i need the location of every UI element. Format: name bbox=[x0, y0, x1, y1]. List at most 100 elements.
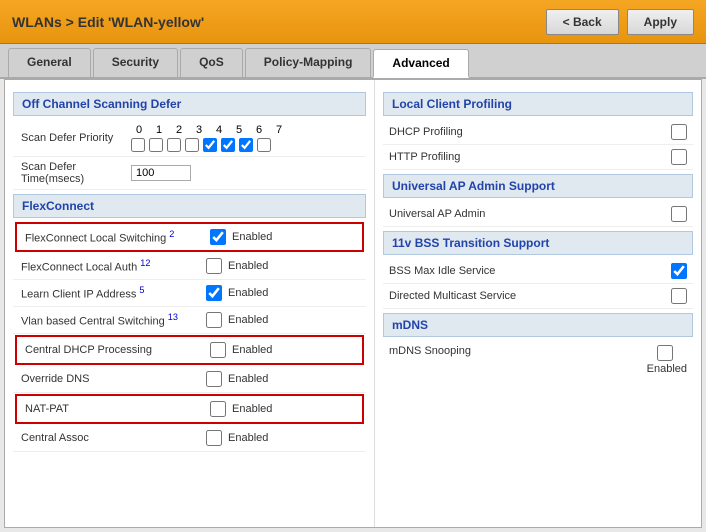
apply-button[interactable]: Apply bbox=[627, 9, 694, 35]
flex-label-nat-pat: NAT-PAT bbox=[25, 403, 210, 415]
flex-row-override-dns: Override DNS Enabled bbox=[13, 366, 366, 393]
flex-enabled-vlan-central: Enabled bbox=[228, 314, 268, 326]
dhcp-profiling-label: DHCP Profiling bbox=[389, 126, 671, 138]
priority-num-3: 3 bbox=[191, 124, 207, 136]
tab-policy-mapping[interactable]: Policy-Mapping bbox=[245, 48, 372, 77]
flex-row-local-auth: FlexConnect Local Auth 12 Enabled bbox=[13, 253, 366, 280]
flex-enabled-central-dhcp: Enabled bbox=[232, 344, 272, 356]
mdns-snooping-label: mDNS Snooping bbox=[389, 345, 643, 357]
priority-numbers: 0 1 2 3 4 5 6 7 bbox=[131, 124, 287, 136]
flex-label-central-assoc: Central Assoc bbox=[21, 432, 206, 444]
title-bar-buttons: < Back Apply bbox=[546, 9, 694, 35]
priority-check-5[interactable] bbox=[221, 138, 235, 152]
flex-row-central-assoc: Central Assoc Enabled bbox=[13, 425, 366, 452]
priority-check-6[interactable] bbox=[239, 138, 253, 152]
flex-sup-learn-client-ip: 5 bbox=[139, 285, 144, 295]
flex-check-learn-client-ip[interactable] bbox=[206, 285, 222, 301]
breadcrumb: WLANs > Edit 'WLAN-yellow' bbox=[12, 14, 204, 30]
directed-multicast-check[interactable] bbox=[671, 288, 687, 304]
right-panel: Local Client Profiling DHCP Profiling HT… bbox=[375, 80, 701, 527]
back-button[interactable]: < Back bbox=[546, 9, 619, 35]
flex-check-local-auth[interactable] bbox=[206, 258, 222, 274]
mdns-snooping-row: mDNS Snooping Enabled bbox=[383, 341, 693, 379]
universal-ap-label: Universal AP Admin bbox=[389, 208, 671, 220]
priority-check-4[interactable] bbox=[203, 138, 217, 152]
priority-num-7: 7 bbox=[271, 124, 287, 136]
bss-max-idle-row: BSS Max Idle Service bbox=[383, 259, 693, 284]
flex-enabled-local-switching: Enabled bbox=[232, 231, 272, 243]
priority-check-0[interactable] bbox=[131, 138, 145, 152]
priority-check-2[interactable] bbox=[167, 138, 181, 152]
priority-check-1[interactable] bbox=[149, 138, 163, 152]
title-bar: WLANs > Edit 'WLAN-yellow' < Back Apply bbox=[0, 0, 706, 44]
mdns-section-header: mDNS bbox=[383, 313, 693, 337]
flex-check-central-assoc[interactable] bbox=[206, 430, 222, 446]
flex-enabled-central-assoc: Enabled bbox=[228, 432, 268, 444]
priority-num-1: 1 bbox=[151, 124, 167, 136]
directed-multicast-row: Directed Multicast Service bbox=[383, 284, 693, 309]
flex-sup-vlan-central: 13 bbox=[168, 312, 178, 322]
tab-security[interactable]: Security bbox=[93, 48, 178, 77]
flex-label-vlan-central: Vlan based Central Switching 13 bbox=[21, 312, 206, 328]
mdns-snooping-check[interactable] bbox=[657, 345, 673, 361]
http-profiling-label: HTTP Profiling bbox=[389, 151, 671, 163]
dhcp-profiling-row: DHCP Profiling bbox=[383, 120, 693, 145]
universal-ap-check[interactable] bbox=[671, 206, 687, 222]
flex-enabled-nat-pat: Enabled bbox=[232, 403, 272, 415]
content-area: Off Channel Scanning Defer Scan Defer Pr… bbox=[4, 79, 702, 528]
flexconnect-section-header: FlexConnect bbox=[13, 194, 366, 218]
bss-max-idle-label: BSS Max Idle Service bbox=[389, 265, 671, 277]
bss-max-idle-check[interactable] bbox=[671, 263, 687, 279]
off-channel-section-header: Off Channel Scanning Defer bbox=[13, 92, 366, 116]
flex-row-local-switching: FlexConnect Local Switching 2 Enabled bbox=[15, 222, 364, 252]
flex-check-override-dns[interactable] bbox=[206, 371, 222, 387]
tab-advanced[interactable]: Advanced bbox=[373, 49, 468, 78]
flex-label-learn-client-ip: Learn Client IP Address 5 bbox=[21, 285, 206, 301]
scan-defer-priority-label: Scan Defer Priority bbox=[21, 132, 131, 144]
priority-num-4: 4 bbox=[211, 124, 227, 136]
flex-check-local-switching[interactable] bbox=[210, 229, 226, 245]
flex-enabled-learn-client-ip: Enabled bbox=[228, 287, 268, 299]
flex-enabled-local-auth: Enabled bbox=[228, 260, 268, 272]
mdns-enabled-label: Enabled bbox=[647, 363, 687, 375]
universal-ap-section-header: Universal AP Admin Support bbox=[383, 174, 693, 198]
http-profiling-row: HTTP Profiling bbox=[383, 145, 693, 170]
main-content: General Security QoS Policy-Mapping Adva… bbox=[0, 44, 706, 532]
universal-ap-row: Universal AP Admin bbox=[383, 202, 693, 227]
flex-row-nat-pat: NAT-PAT Enabled bbox=[15, 394, 364, 424]
priority-checks bbox=[131, 138, 287, 152]
tab-general[interactable]: General bbox=[8, 48, 91, 77]
flex-label-central-dhcp: Central DHCP Processing bbox=[25, 344, 210, 356]
flex-enabled-override-dns: Enabled bbox=[228, 373, 268, 385]
directed-multicast-label: Directed Multicast Service bbox=[389, 290, 671, 302]
scan-defer-priority-row: Scan Defer Priority 0 1 2 3 4 5 6 7 bbox=[13, 120, 366, 157]
flex-check-vlan-central[interactable] bbox=[206, 312, 222, 328]
priority-check-7[interactable] bbox=[257, 138, 271, 152]
priority-num-0: 0 bbox=[131, 124, 147, 136]
scan-defer-time-input[interactable]: 100 bbox=[131, 165, 191, 181]
flex-row-learn-client-ip: Learn Client IP Address 5 Enabled bbox=[13, 280, 366, 307]
flex-check-nat-pat[interactable] bbox=[210, 401, 226, 417]
scan-defer-time-row: Scan Defer Time(msecs) 100 bbox=[13, 157, 366, 190]
http-profiling-check[interactable] bbox=[671, 149, 687, 165]
mdns-snooping-right: Enabled bbox=[643, 345, 687, 375]
local-client-section-header: Local Client Profiling bbox=[383, 92, 693, 116]
flex-sup-local-auth: 12 bbox=[140, 258, 150, 268]
bss-section-header: 11v BSS Transition Support bbox=[383, 231, 693, 255]
left-panel: Off Channel Scanning Defer Scan Defer Pr… bbox=[5, 80, 375, 527]
priority-checkboxes: 0 1 2 3 4 5 6 7 bbox=[131, 124, 287, 152]
flex-row-central-dhcp: Central DHCP Processing Enabled bbox=[15, 335, 364, 365]
dhcp-profiling-check[interactable] bbox=[671, 124, 687, 140]
priority-num-6: 6 bbox=[251, 124, 267, 136]
flex-label-local-switching: FlexConnect Local Switching 2 bbox=[25, 229, 210, 245]
flex-check-central-dhcp[interactable] bbox=[210, 342, 226, 358]
flex-label-local-auth: FlexConnect Local Auth 12 bbox=[21, 258, 206, 274]
flex-sup-local-switching: 2 bbox=[169, 229, 174, 239]
flex-row-vlan-central: Vlan based Central Switching 13 Enabled bbox=[13, 307, 366, 334]
tabs: General Security QoS Policy-Mapping Adva… bbox=[0, 44, 706, 79]
scan-defer-time-label: Scan Defer Time(msecs) bbox=[21, 161, 131, 185]
tab-qos[interactable]: QoS bbox=[180, 48, 243, 77]
priority-num-5: 5 bbox=[231, 124, 247, 136]
priority-check-3[interactable] bbox=[185, 138, 199, 152]
priority-num-2: 2 bbox=[171, 124, 187, 136]
